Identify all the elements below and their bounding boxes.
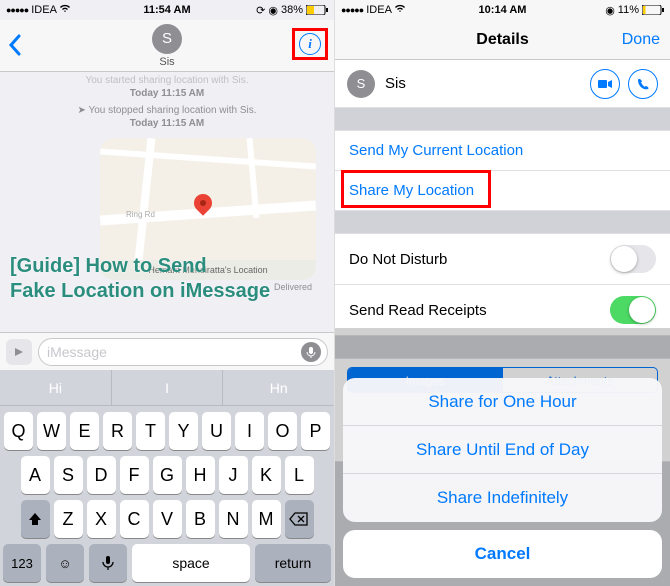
delete-key[interactable]: [285, 500, 314, 538]
apps-button[interactable]: [6, 339, 32, 365]
status-time: 10:14 AM: [335, 4, 670, 16]
facetime-button[interactable]: [590, 69, 620, 99]
share-one-hour[interactable]: Share for One Hour: [343, 378, 662, 426]
key[interactable]: Y: [169, 412, 198, 450]
avatar: S: [152, 24, 182, 54]
dictation-key[interactable]: [89, 544, 127, 582]
done-button[interactable]: Done: [622, 31, 660, 49]
conversation-header: S Sis i: [0, 20, 334, 72]
system-notice: You started sharing location with Sis. T…: [0, 72, 334, 102]
key[interactable]: S: [54, 456, 83, 494]
return-key[interactable]: return: [255, 544, 331, 582]
cancel-button[interactable]: Cancel: [343, 530, 662, 578]
guide-overlay-text: [Guide] How to Send Fake Location on iMe…: [10, 254, 270, 304]
key[interactable]: T: [136, 412, 165, 450]
key[interactable]: K: [252, 456, 281, 494]
info-highlight: i: [292, 28, 328, 60]
share-indefinitely[interactable]: Share Indefinitely: [343, 474, 662, 522]
space-key[interactable]: space: [132, 544, 250, 582]
placeholder: iMessage: [47, 344, 107, 360]
key[interactable]: M: [252, 500, 281, 538]
contact-name: Sis: [159, 56, 174, 68]
key[interactable]: D: [87, 456, 116, 494]
action-sheet: Share for One Hour Share Until End of Da…: [335, 378, 670, 586]
key[interactable]: B: [186, 500, 215, 538]
key[interactable]: A: [21, 456, 50, 494]
key[interactable]: G: [153, 456, 182, 494]
system-notice: ➤ You stopped sharing location with Sis.…: [0, 102, 334, 132]
share-end-of-day[interactable]: Share Until End of Day: [343, 426, 662, 474]
back-button[interactable]: [8, 34, 22, 61]
mic-button[interactable]: [301, 342, 321, 362]
status-bar-left: ●●●●● IDEA 11:54 AM ⟳◉38%: [0, 0, 334, 20]
key[interactable]: N: [219, 500, 248, 538]
key[interactable]: O: [268, 412, 297, 450]
message-input-bar: iMessage: [0, 332, 334, 370]
key[interactable]: J: [219, 456, 248, 494]
page-title: Details: [476, 31, 528, 49]
status-bar-right: ●●●●● IDEA 10:14 AM ◉11%: [335, 0, 670, 20]
road-label: Ring Rd: [126, 210, 155, 219]
predict-item[interactable]: Hn: [223, 370, 334, 405]
predict-item[interactable]: I: [112, 370, 224, 405]
predictive-bar: Hi I Hn: [0, 370, 334, 406]
numbers-key[interactable]: 123: [3, 544, 41, 582]
predict-item[interactable]: Hi: [0, 370, 112, 405]
key[interactable]: V: [153, 500, 182, 538]
key[interactable]: U: [202, 412, 231, 450]
avatar: S: [347, 70, 375, 98]
receipts-switch[interactable]: [610, 296, 656, 324]
shift-key[interactable]: [21, 500, 50, 538]
details-header: Details Done: [335, 20, 670, 60]
info-button[interactable]: i: [299, 33, 321, 55]
key[interactable]: P: [301, 412, 330, 450]
contact-name: Sis: [385, 75, 582, 92]
key[interactable]: H: [186, 456, 215, 494]
key[interactable]: X: [87, 500, 116, 538]
message-input[interactable]: iMessage: [38, 338, 328, 366]
key[interactable]: W: [37, 412, 66, 450]
call-button[interactable]: [628, 69, 658, 99]
share-my-location-cell[interactable]: Share My Location: [335, 171, 670, 211]
key[interactable]: R: [103, 412, 132, 450]
key[interactable]: C: [120, 500, 149, 538]
key[interactable]: L: [285, 456, 314, 494]
dnd-switch[interactable]: [610, 245, 656, 273]
key[interactable]: F: [120, 456, 149, 494]
key[interactable]: Z: [54, 500, 83, 538]
keyboard: Hi I Hn QWERTYUIOP ASDFGHJKL ZXCVBNM 123…: [0, 370, 334, 586]
key[interactable]: Q: [4, 412, 33, 450]
key[interactable]: E: [70, 412, 99, 450]
key[interactable]: I: [235, 412, 264, 450]
contact-row[interactable]: S Sis: [335, 60, 670, 108]
receipts-label: Send Read Receipts: [349, 302, 487, 319]
dnd-label: Do Not Disturb: [349, 251, 447, 268]
dnd-cell[interactable]: Do Not Disturb: [335, 233, 670, 285]
status-time: 11:54 AM: [0, 4, 334, 16]
send-current-location-cell[interactable]: Send My Current Location: [335, 130, 670, 171]
emoji-key[interactable]: ☺: [46, 544, 84, 582]
